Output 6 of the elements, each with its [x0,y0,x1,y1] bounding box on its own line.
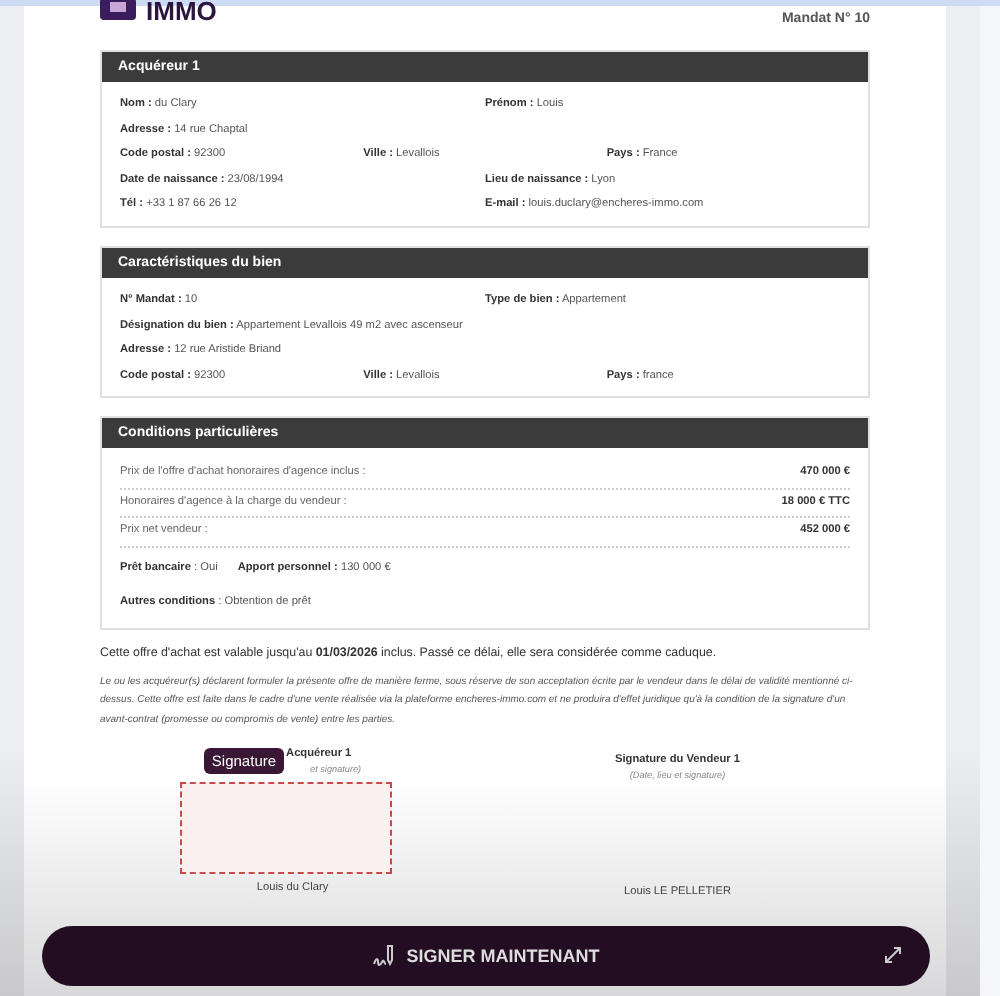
sign-now-button[interactable]: SIGNER MAINTENANT [42,926,930,986]
pen-icon [372,944,397,968]
logo-icon [100,0,136,20]
expand-icon [884,946,902,964]
signature-pad[interactable] [180,782,393,875]
logo-text: IMMO [146,0,217,24]
